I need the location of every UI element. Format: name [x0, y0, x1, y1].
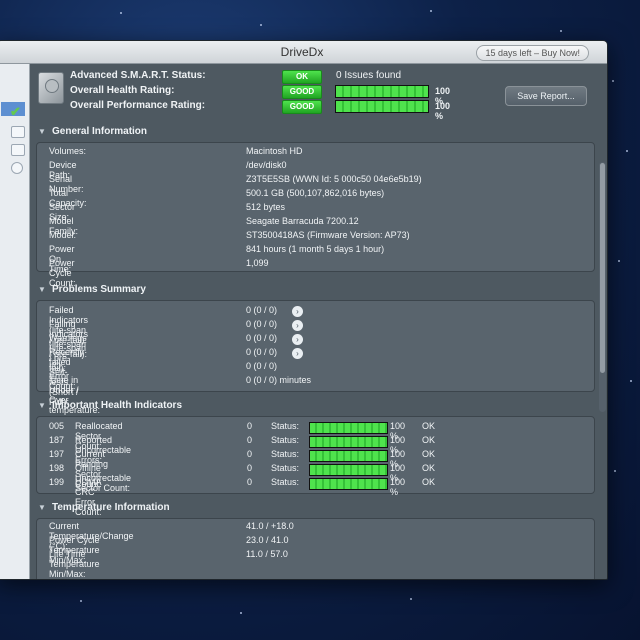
problems-summary-header[interactable]: ▼ Problems Summary [38, 284, 146, 295]
temperature-row-value: 41.0 / +18.0 [246, 521, 294, 531]
general-row-label: Model: [49, 230, 77, 240]
attribute-raw-value: 0 [247, 449, 253, 459]
performance-rating-label: Overall Performance Rating: [70, 100, 206, 111]
problems-summary-panel: Failed Indicators (life-span / pre-fail)… [36, 300, 595, 415]
disclosure-triangle-icon: ▼ [38, 401, 46, 410]
attribute-raw-value: 0 [247, 435, 253, 445]
health-rating-bar [335, 85, 429, 98]
status-label: Status: [271, 477, 300, 487]
health-indicators-header[interactable]: ▼ Important Health Indicators [38, 400, 182, 411]
attribute-status: OK [422, 435, 436, 445]
temperature-info-title: Temperature Information [52, 502, 170, 513]
problems-row-value: 0 (0 / 0) [246, 305, 278, 315]
main-content: Advanced S.M.A.R.T. Status: OK 0 Issues … [30, 64, 607, 579]
smart-status-label: Advanced S.M.A.R.T. Status: [70, 70, 206, 81]
health-indicators-panel: 005 Reallocated Sector Count: 0 Status: 100 … [36, 416, 595, 517]
temperature-row-value: 11.0 / 57.0 [246, 549, 288, 559]
temperature-info-header[interactable]: ▼ Temperature Information [38, 502, 170, 513]
performance-rating-badge: GOOD [282, 100, 322, 114]
scrollbar-thumb[interactable] [600, 163, 605, 373]
attribute-status: OK [422, 463, 436, 473]
problems-row-value: 0 (0 / 0) [246, 347, 278, 357]
disclosure-triangle-icon: ▼ [38, 127, 46, 136]
attribute-raw-value: 0 [247, 421, 253, 431]
go-arrow-icon[interactable]: › [292, 306, 303, 317]
general-row-value: Seagate Barracuda 7200.12 [246, 216, 359, 226]
hard-drive-icon [38, 72, 64, 104]
attribute-id: 198 [49, 463, 65, 473]
general-row-value: Z3T5E5SB (WWN Id: 5 000c50 04e6e5b19) [246, 174, 422, 184]
general-info-panel: Volumes: Macintosh HD Device Path:/dev/dis… [36, 142, 595, 288]
save-report-button[interactable]: Save Report... [505, 86, 587, 106]
general-row-value: 500.1 GB (500,107,862,016 bytes) [246, 188, 385, 198]
health-rating-badge: GOOD [282, 85, 322, 99]
general-info-header[interactable]: ▼ General Information [38, 126, 147, 137]
buy-now-button[interactable]: 15 days left – Buy Now! [476, 45, 589, 61]
status-label: Status: [271, 449, 300, 459]
general-row-value: 512 bytes [246, 202, 286, 212]
attribute-status: OK [422, 477, 436, 487]
general-row-value: 1,099 [246, 258, 269, 268]
problems-row-value: 0 (0 / 0) [246, 361, 278, 371]
smart-status-value: 0 Issues found [336, 70, 402, 81]
performance-rating-percent: 100 % [435, 101, 451, 121]
problems-row-value: 0 (0 / 0) minutes [246, 375, 312, 385]
problems-row-value: 0 (0 / 0) [246, 333, 278, 343]
attribute-health-bar [309, 450, 388, 462]
attribute-id: 197 [49, 449, 65, 459]
attribute-raw-value: 0 [247, 477, 253, 487]
attribute-health-bar [309, 422, 388, 434]
health-rating-label: Overall Health Rating: [70, 85, 175, 96]
scrollbar[interactable] [599, 162, 606, 412]
general-row-value: Macintosh HD [246, 146, 303, 156]
go-arrow-icon[interactable]: › [292, 348, 303, 359]
attribute-health-bar [309, 464, 388, 476]
problems-summary-title: Problems Summary [52, 284, 146, 295]
title-bar[interactable]: DriveDx 15 days left – Buy Now! [0, 41, 607, 64]
check-icon: ✔ [10, 104, 21, 119]
disclosure-triangle-icon: ▼ [38, 503, 46, 512]
volume-icon[interactable] [11, 162, 23, 174]
status-label: Status: [271, 463, 300, 473]
drive-icon[interactable] [11, 144, 25, 156]
attribute-health-bar [309, 478, 388, 490]
attribute-health-bar [309, 436, 388, 448]
general-row-value: 841 hours (1 month 5 days 1 hour) [246, 244, 385, 254]
temperature-row-value: 23.0 / 41.0 [246, 535, 289, 545]
drivedx-window: DriveDx 15 days left – Buy Now! ✔ Advanc… [0, 40, 608, 580]
health-indicators-title: Important Health Indicators [52, 400, 183, 411]
attribute-id: 187 [49, 435, 65, 445]
general-row-value: ST3500418AS (Firmware Version: AP73) [246, 230, 410, 240]
performance-rating-bar [335, 100, 429, 113]
temperature-info-panel: Current Temperature/Change (°C): 41.0 / +… [36, 518, 595, 579]
general-row-value: /dev/disk0 [246, 160, 287, 170]
attribute-id: 199 [49, 477, 65, 487]
drive-icon[interactable] [11, 126, 25, 138]
attribute-percent: 100 % [390, 477, 406, 497]
attribute-id: 005 [49, 421, 65, 431]
smart-status-badge: OK [282, 70, 322, 84]
general-row-label: Volumes: [49, 146, 87, 156]
disclosure-triangle-icon: ▼ [38, 285, 46, 294]
attribute-status: OK [422, 449, 436, 459]
attribute-status: OK [422, 421, 436, 431]
go-arrow-icon[interactable]: › [292, 334, 303, 345]
problems-row-value: 0 (0 / 0) [246, 319, 278, 329]
general-info-title: General Information [52, 126, 148, 137]
status-label: Status: [271, 421, 300, 431]
status-label: Status: [271, 435, 300, 445]
attribute-raw-value: 0 [247, 463, 253, 473]
go-arrow-icon[interactable]: › [292, 320, 303, 331]
temperature-row-label: Life Time Temperature Min/Max: [49, 549, 100, 579]
sidebar: ✔ [0, 64, 30, 579]
